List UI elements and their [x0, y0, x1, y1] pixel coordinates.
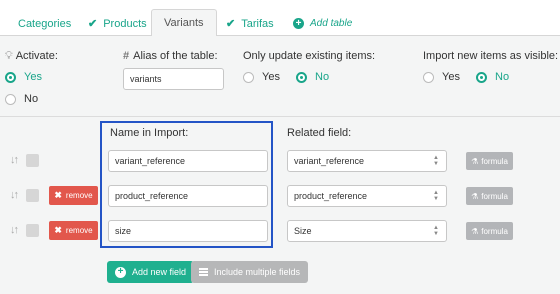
related-field-value: variant_reference	[294, 156, 365, 166]
tab-categories[interactable]: Categories	[18, 11, 71, 36]
activate-yes-label: Yes	[24, 71, 42, 83]
only-update-no-label: No	[315, 71, 330, 83]
radio-empty-icon	[5, 93, 16, 105]
activate-label: Activate:	[15, 50, 58, 62]
tab-label: Variants	[164, 17, 204, 29]
remove-label: remove	[65, 226, 93, 235]
formula-button[interactable]: ⚗ formula	[466, 152, 513, 170]
remove-button[interactable]: ✖ remove	[49, 221, 98, 240]
alias-label-wrap: # Alias of the table:	[123, 50, 218, 62]
activate-yes-radio[interactable]: Yes	[5, 71, 42, 83]
tab-tarifas[interactable]: ✔ Tarifas	[226, 11, 274, 36]
check-icon: ✔	[226, 18, 236, 30]
import-visible-no-radio[interactable]: No	[476, 71, 509, 83]
include-multiple-label: Include multiple fields	[214, 267, 301, 277]
remove-button[interactable]: ✖ remove	[49, 186, 98, 205]
flask-icon: ⚗	[471, 191, 479, 201]
only-update-label: Only update existing items:	[243, 50, 376, 62]
tab-products[interactable]: ✔ Products	[88, 11, 147, 36]
close-icon: ✖	[54, 225, 62, 235]
formula-label: formula	[481, 226, 508, 236]
field-name-input[interactable]: product_reference	[108, 185, 268, 207]
import-visible-no-label: No	[495, 71, 510, 83]
activate-label-wrap: 💡︎ Activate:	[5, 50, 58, 63]
formula-button[interactable]: ⚗ formula	[466, 222, 513, 240]
select-arrows-icon: ▲ ▼	[433, 190, 439, 202]
import-visible-yes-radio[interactable]: Yes	[423, 71, 460, 83]
only-update-no-radio[interactable]: No	[296, 71, 329, 83]
radio-selected-icon	[5, 71, 16, 83]
related-field-select[interactable]: Size ▲ ▼	[287, 220, 447, 242]
sort-handle-icon[interactable]: ↓↑	[10, 154, 19, 166]
formula-label: formula	[481, 191, 508, 201]
list-icon	[199, 268, 208, 276]
related-field-select[interactable]: variant_reference ▲ ▼	[287, 150, 447, 172]
tab-label: Categories	[18, 17, 72, 30]
radio-empty-icon	[423, 71, 434, 83]
tab-add-table[interactable]: + Add table	[293, 11, 352, 36]
section-divider	[0, 116, 560, 117]
field-name-input[interactable]: size	[108, 220, 268, 242]
radio-empty-icon	[243, 71, 254, 83]
row-checkbox[interactable]	[26, 224, 39, 237]
only-update-yes-radio[interactable]: Yes	[243, 71, 280, 83]
select-arrows-icon: ▲ ▼	[433, 155, 439, 167]
tab-label: Tarifas	[241, 17, 274, 30]
include-multiple-fields-button[interactable]: Include multiple fields	[191, 261, 309, 283]
name-in-import-header: Name in Import:	[110, 127, 189, 139]
formula-button[interactable]: ⚗ formula	[466, 187, 513, 205]
radio-selected-icon	[476, 71, 487, 83]
alias-label: Alias of the table:	[133, 50, 218, 62]
alias-input[interactable]: variants	[123, 68, 224, 90]
tab-variants[interactable]: Variants	[151, 9, 217, 37]
bulb-icon: 💡︎	[5, 50, 13, 62]
sort-handle-icon[interactable]: ↓↑	[10, 224, 19, 236]
hash-icon: #	[123, 50, 130, 62]
field-name-input[interactable]: variant_reference	[108, 150, 268, 172]
related-field-select[interactable]: product_reference ▲ ▼	[287, 185, 447, 207]
close-icon: ✖	[54, 190, 62, 200]
add-new-field-button[interactable]: + Add new field	[107, 261, 195, 283]
plus-circle-icon: +	[293, 18, 304, 29]
tab-label: Add table	[310, 18, 353, 29]
plus-circle-icon: +	[115, 266, 126, 278]
radio-selected-icon	[296, 71, 307, 83]
row-checkbox[interactable]	[26, 154, 39, 167]
select-arrows-icon: ▲ ▼	[433, 225, 439, 237]
related-field-header: Related field:	[287, 127, 352, 139]
remove-label: remove	[65, 191, 93, 200]
related-field-value: Size	[294, 226, 312, 236]
tab-bar: Categories ✔ Products Variants ✔ Tarifas…	[0, 0, 560, 37]
import-visible-label: Import new items as visible:	[423, 50, 559, 62]
flask-icon: ⚗	[471, 156, 479, 166]
import-visible-yes-label: Yes	[442, 71, 460, 83]
activate-no-radio[interactable]: No	[5, 93, 38, 105]
formula-label: formula	[481, 156, 508, 166]
activate-no-label: No	[24, 93, 39, 105]
check-icon: ✔	[88, 18, 98, 30]
flask-icon: ⚗	[471, 226, 479, 236]
only-update-yes-label: Yes	[262, 71, 280, 83]
tab-label: Products	[103, 17, 147, 30]
sort-handle-icon[interactable]: ↓↑	[10, 189, 19, 201]
add-new-field-label: Add new field	[132, 267, 187, 277]
row-checkbox[interactable]	[26, 189, 39, 202]
related-field-value: product_reference	[294, 191, 368, 201]
